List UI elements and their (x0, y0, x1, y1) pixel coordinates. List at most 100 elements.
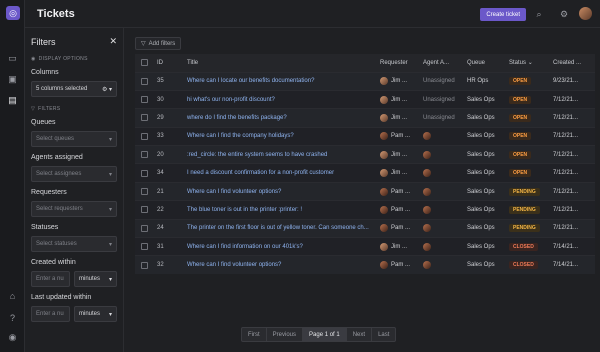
columns-select[interactable]: 5 columns selected ⚙ ▾ (31, 81, 117, 97)
gift-icon[interactable]: ⌂ (6, 289, 19, 302)
row-checkbox[interactable] (141, 77, 148, 85)
create-ticket-button[interactable]: Create ticket (480, 8, 526, 21)
created-within-input[interactable]: Enter a nu (31, 271, 70, 287)
help-icon[interactable]: ? (6, 311, 19, 324)
table-row[interactable]: 35 Where can I locate our benefits docum… (135, 71, 595, 91)
requester-avatar (380, 113, 388, 122)
chevron-down-icon: ▾ (108, 241, 112, 248)
next-page-button[interactable]: Next (347, 328, 373, 341)
table-row[interactable]: 33 Where can I find the company holidays… (135, 126, 595, 146)
status-badge: CLOSED (509, 261, 538, 270)
first-page-button[interactable]: First (242, 328, 267, 341)
table-row[interactable]: 21 Where can I find volunteer options? P… (135, 181, 595, 201)
table-row[interactable]: 22 The blue toner is out in the printer … (135, 200, 595, 220)
requester-avatar (380, 261, 388, 270)
statuses-select[interactable]: Select statuses ▾ (31, 236, 117, 252)
agent-avatar[interactable] (423, 169, 431, 178)
agent-avatar[interactable] (423, 150, 431, 159)
queues-label: Queues (31, 119, 56, 126)
user-avatar[interactable] (579, 7, 592, 20)
row-checkbox[interactable] (141, 114, 148, 122)
status-badge: OPEN (509, 77, 532, 86)
ticket-title-link[interactable]: Where can I find the company holidays? (187, 126, 380, 146)
agent-avatar[interactable] (423, 205, 431, 214)
requesters-select[interactable]: Select requesters ▾ (31, 201, 117, 217)
eye-icon: ◉ (31, 56, 36, 62)
table-row[interactable]: 32 Where can I find volunteer options? P… (135, 255, 595, 275)
created-within-unit-select[interactable]: minutes ▾ (74, 271, 117, 287)
queue-name: Sales Ops (467, 108, 509, 128)
requester-avatar (380, 205, 388, 214)
close-icon[interactable]: ✕ (109, 36, 117, 47)
row-checkbox[interactable] (141, 224, 148, 232)
table-row[interactable]: 24 The printer on the first floor is out… (135, 218, 595, 238)
requester-avatar (380, 95, 388, 104)
last-page-button[interactable]: Last (372, 328, 395, 341)
previous-page-button[interactable]: Previous (267, 328, 304, 341)
current-page-indicator: Page 1 of 1 (303, 328, 347, 341)
ticket-id: 35 (157, 71, 187, 91)
inbox-icon[interactable]: ▭ (6, 52, 19, 65)
table-row[interactable]: 34 I need a discount confirmation for a … (135, 163, 595, 183)
column-header-queue[interactable]: Queue (467, 54, 509, 72)
broadcast-icon[interactable]: ◉ (6, 331, 19, 344)
ticket-id: 31 (157, 237, 187, 256)
table-row[interactable]: 29 where do I find the benefits package?… (135, 108, 595, 128)
agent-avatar[interactable] (423, 261, 431, 270)
column-header-agent[interactable]: Agent A... (423, 54, 467, 72)
ticket-title-link[interactable]: The blue toner is out in the printer :pr… (187, 200, 380, 220)
chevron-down-icon: ▾ (108, 311, 112, 318)
column-header-status[interactable]: Status ⌄ (509, 54, 553, 72)
ticket-title-link[interactable]: I need a discount confirmation for a non… (187, 163, 380, 183)
add-filters-button[interactable]: ▽ Add filters (135, 37, 182, 50)
updated-within-input[interactable]: Enter a nu (31, 306, 70, 322)
queues-select[interactable]: Select queues ▾ (31, 131, 117, 147)
row-checkbox[interactable] (141, 169, 148, 177)
agent-avatar[interactable] (423, 187, 431, 196)
app-logo-icon[interactable]: ◎ (6, 6, 20, 20)
row-checkbox[interactable] (141, 206, 148, 214)
requester-avatar (380, 132, 388, 141)
search-icon[interactable]: ⌕ (533, 8, 545, 20)
requester-avatar (380, 187, 388, 196)
pagination: First Previous Page 1 of 1 Next Last (241, 327, 397, 342)
column-header-requester[interactable]: Requester (380, 54, 423, 72)
ticket-id: 24 (157, 218, 187, 238)
ticket-title-link[interactable]: Where can I find volunteer options? (187, 181, 380, 201)
ticket-title-link[interactable]: Where can I find volunteer options? (187, 255, 380, 275)
ticket-title-link[interactable]: hi what's our non-profit discount? (187, 89, 380, 109)
agent-avatar[interactable] (423, 242, 431, 251)
gear-icon[interactable]: ⚙ (558, 8, 570, 20)
queues-placeholder: Select queues (36, 136, 75, 142)
queue-name: Sales Ops (467, 163, 509, 183)
ticket-id: 29 (157, 108, 187, 128)
table-row[interactable]: 30 hi what's our non-profit discount? Ji… (135, 89, 595, 109)
column-header-title[interactable]: Title (187, 54, 380, 72)
row-checkbox[interactable] (141, 243, 148, 251)
select-all-checkbox[interactable] (141, 59, 148, 67)
column-header-created[interactable]: Created ... (553, 54, 595, 72)
agent-avatar[interactable] (423, 224, 431, 233)
ticket-title-link[interactable]: Where can I locate our benefits document… (187, 71, 380, 91)
ticket-title-link[interactable]: The printer on the first floor is out of… (187, 218, 380, 238)
agents-placeholder: Select assignees (36, 171, 82, 177)
updated-within-unit-select[interactable]: minutes ▾ (74, 306, 117, 322)
created-date: 7/14/21... (553, 255, 595, 275)
queue-name: Sales Ops (467, 255, 509, 275)
row-checkbox[interactable] (141, 261, 148, 269)
column-header-id[interactable]: ID (157, 54, 187, 72)
tickets-table: ID Title Requester Agent A... Queue Stat… (135, 54, 595, 275)
beta-icon[interactable]: ▤ (6, 94, 19, 107)
tickets-icon[interactable]: ▣ (6, 73, 19, 86)
agents-select[interactable]: Select assignees ▾ (31, 166, 117, 182)
agent-avatar[interactable] (423, 132, 431, 141)
row-checkbox[interactable] (141, 96, 148, 104)
table-row[interactable]: 20 :red_circle: the entire system seems … (135, 145, 595, 164)
ticket-title-link[interactable]: Where can I find information on our 401k… (187, 237, 380, 256)
row-checkbox[interactable] (141, 188, 148, 196)
table-row[interactable]: 31 Where can I find information on our 4… (135, 237, 595, 256)
row-checkbox[interactable] (141, 132, 148, 140)
row-checkbox[interactable] (141, 151, 148, 159)
ticket-title-link[interactable]: :red_circle: the entire system seems to … (187, 145, 380, 164)
ticket-title-link[interactable]: where do I find the benefits package? (187, 108, 380, 128)
